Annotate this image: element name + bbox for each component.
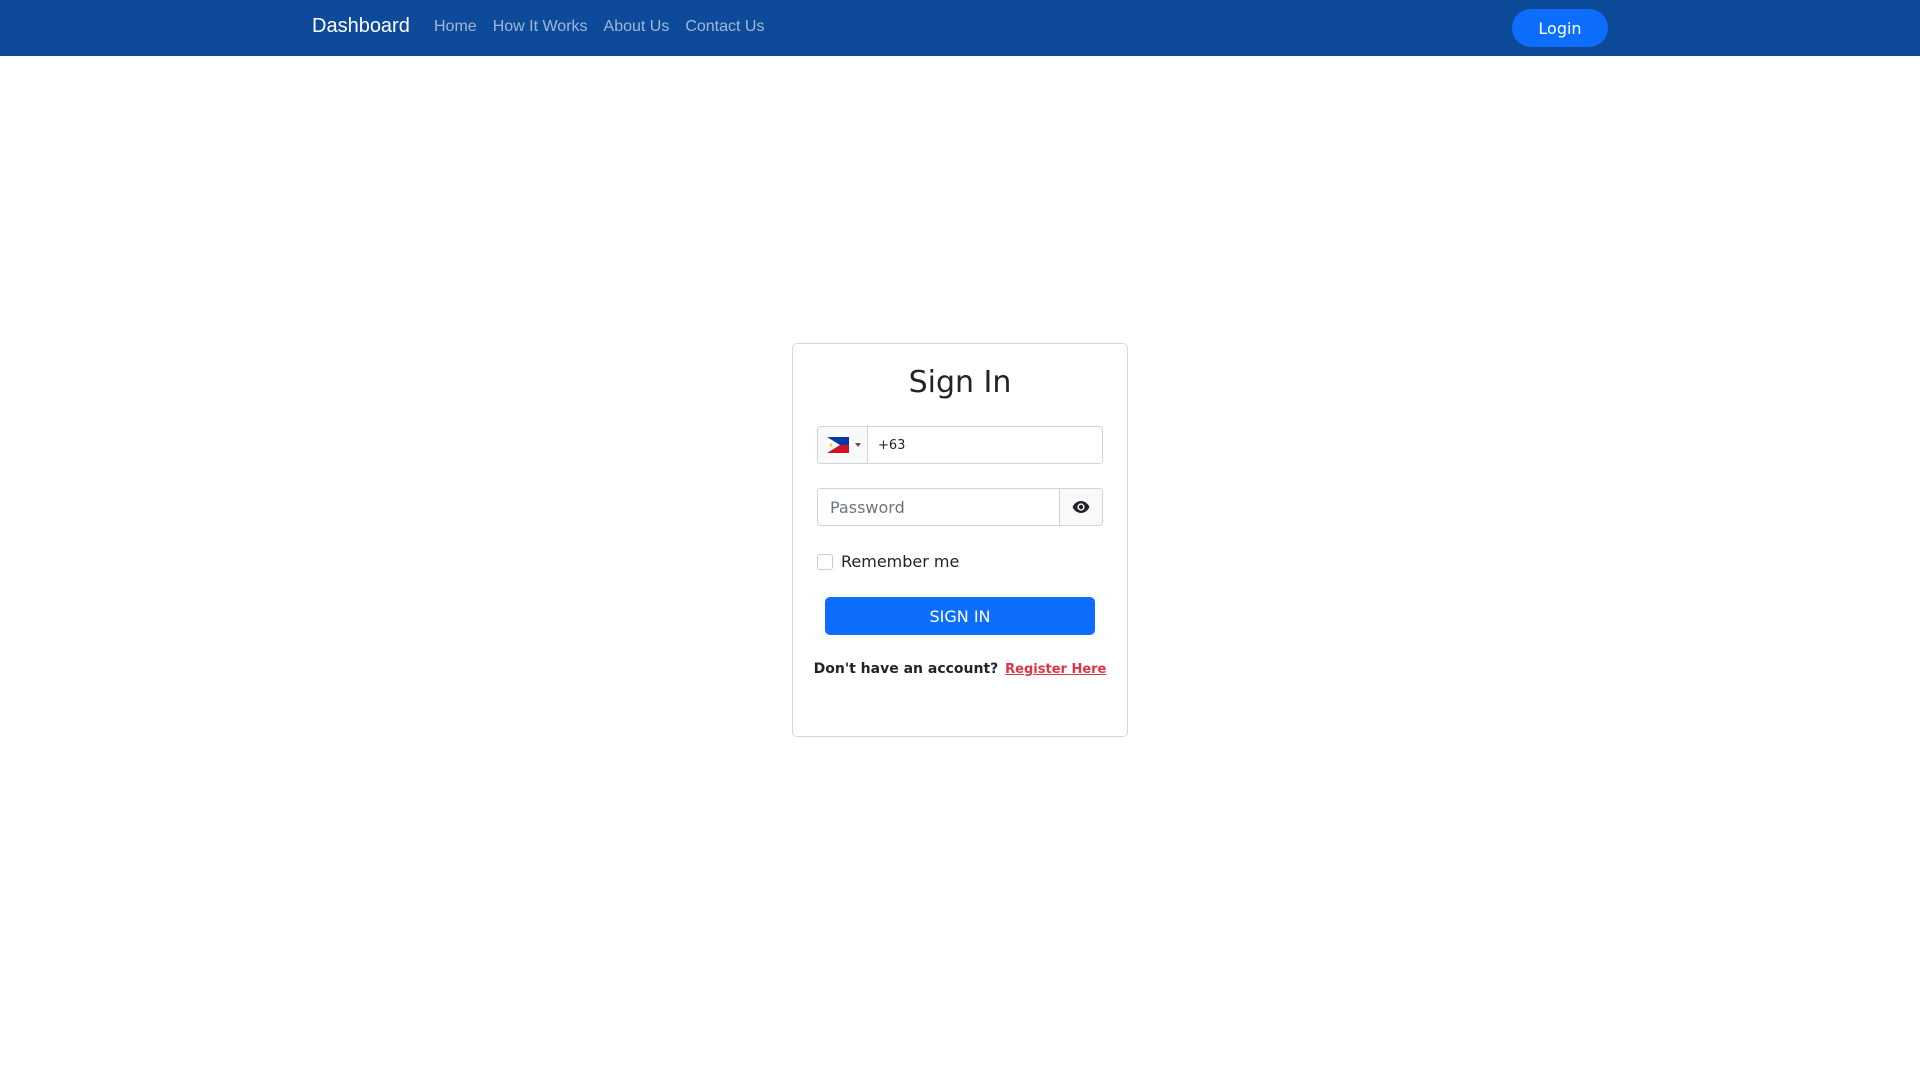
nav-link-how-it-works[interactable]: How It Works bbox=[493, 18, 588, 36]
signin-card: Sign In Remember me SIGN IN Don bbox=[792, 343, 1128, 737]
signin-title: Sign In bbox=[908, 365, 1012, 400]
navbar-login-button[interactable]: Login bbox=[1512, 9, 1608, 47]
toggle-password-visibility-button[interactable] bbox=[1059, 489, 1102, 525]
nav-link-home[interactable]: Home bbox=[434, 18, 477, 36]
nav-link-contact-us[interactable]: Contact Us bbox=[685, 18, 764, 36]
remember-me-option[interactable]: Remember me bbox=[817, 552, 959, 571]
signin-submit-button[interactable]: SIGN IN bbox=[825, 597, 1095, 635]
eye-icon bbox=[1072, 501, 1090, 513]
register-prompt-line: Don't have an account? Register Here bbox=[793, 661, 1127, 677]
phone-number-input[interactable] bbox=[868, 427, 1102, 463]
nav-link-about-us[interactable]: About Us bbox=[604, 18, 670, 36]
chevron-down-icon bbox=[855, 443, 861, 447]
philippines-flag-icon bbox=[827, 437, 849, 453]
password-input[interactable] bbox=[818, 489, 1059, 525]
register-here-link[interactable]: Register Here bbox=[1005, 662, 1106, 677]
register-prompt-text: Don't have an account? bbox=[813, 661, 999, 677]
remember-me-label: Remember me bbox=[841, 552, 960, 571]
phone-input-group bbox=[817, 426, 1103, 464]
top-navbar: Dashboard Home How It Works About Us Con… bbox=[0, 0, 1920, 56]
password-input-group bbox=[817, 488, 1103, 526]
country-code-dropdown[interactable] bbox=[818, 427, 868, 463]
nav-links: Home How It Works About Us Contact Us bbox=[434, 18, 780, 36]
remember-me-checkbox[interactable] bbox=[817, 553, 833, 570]
brand-link[interactable]: Dashboard bbox=[312, 15, 410, 38]
